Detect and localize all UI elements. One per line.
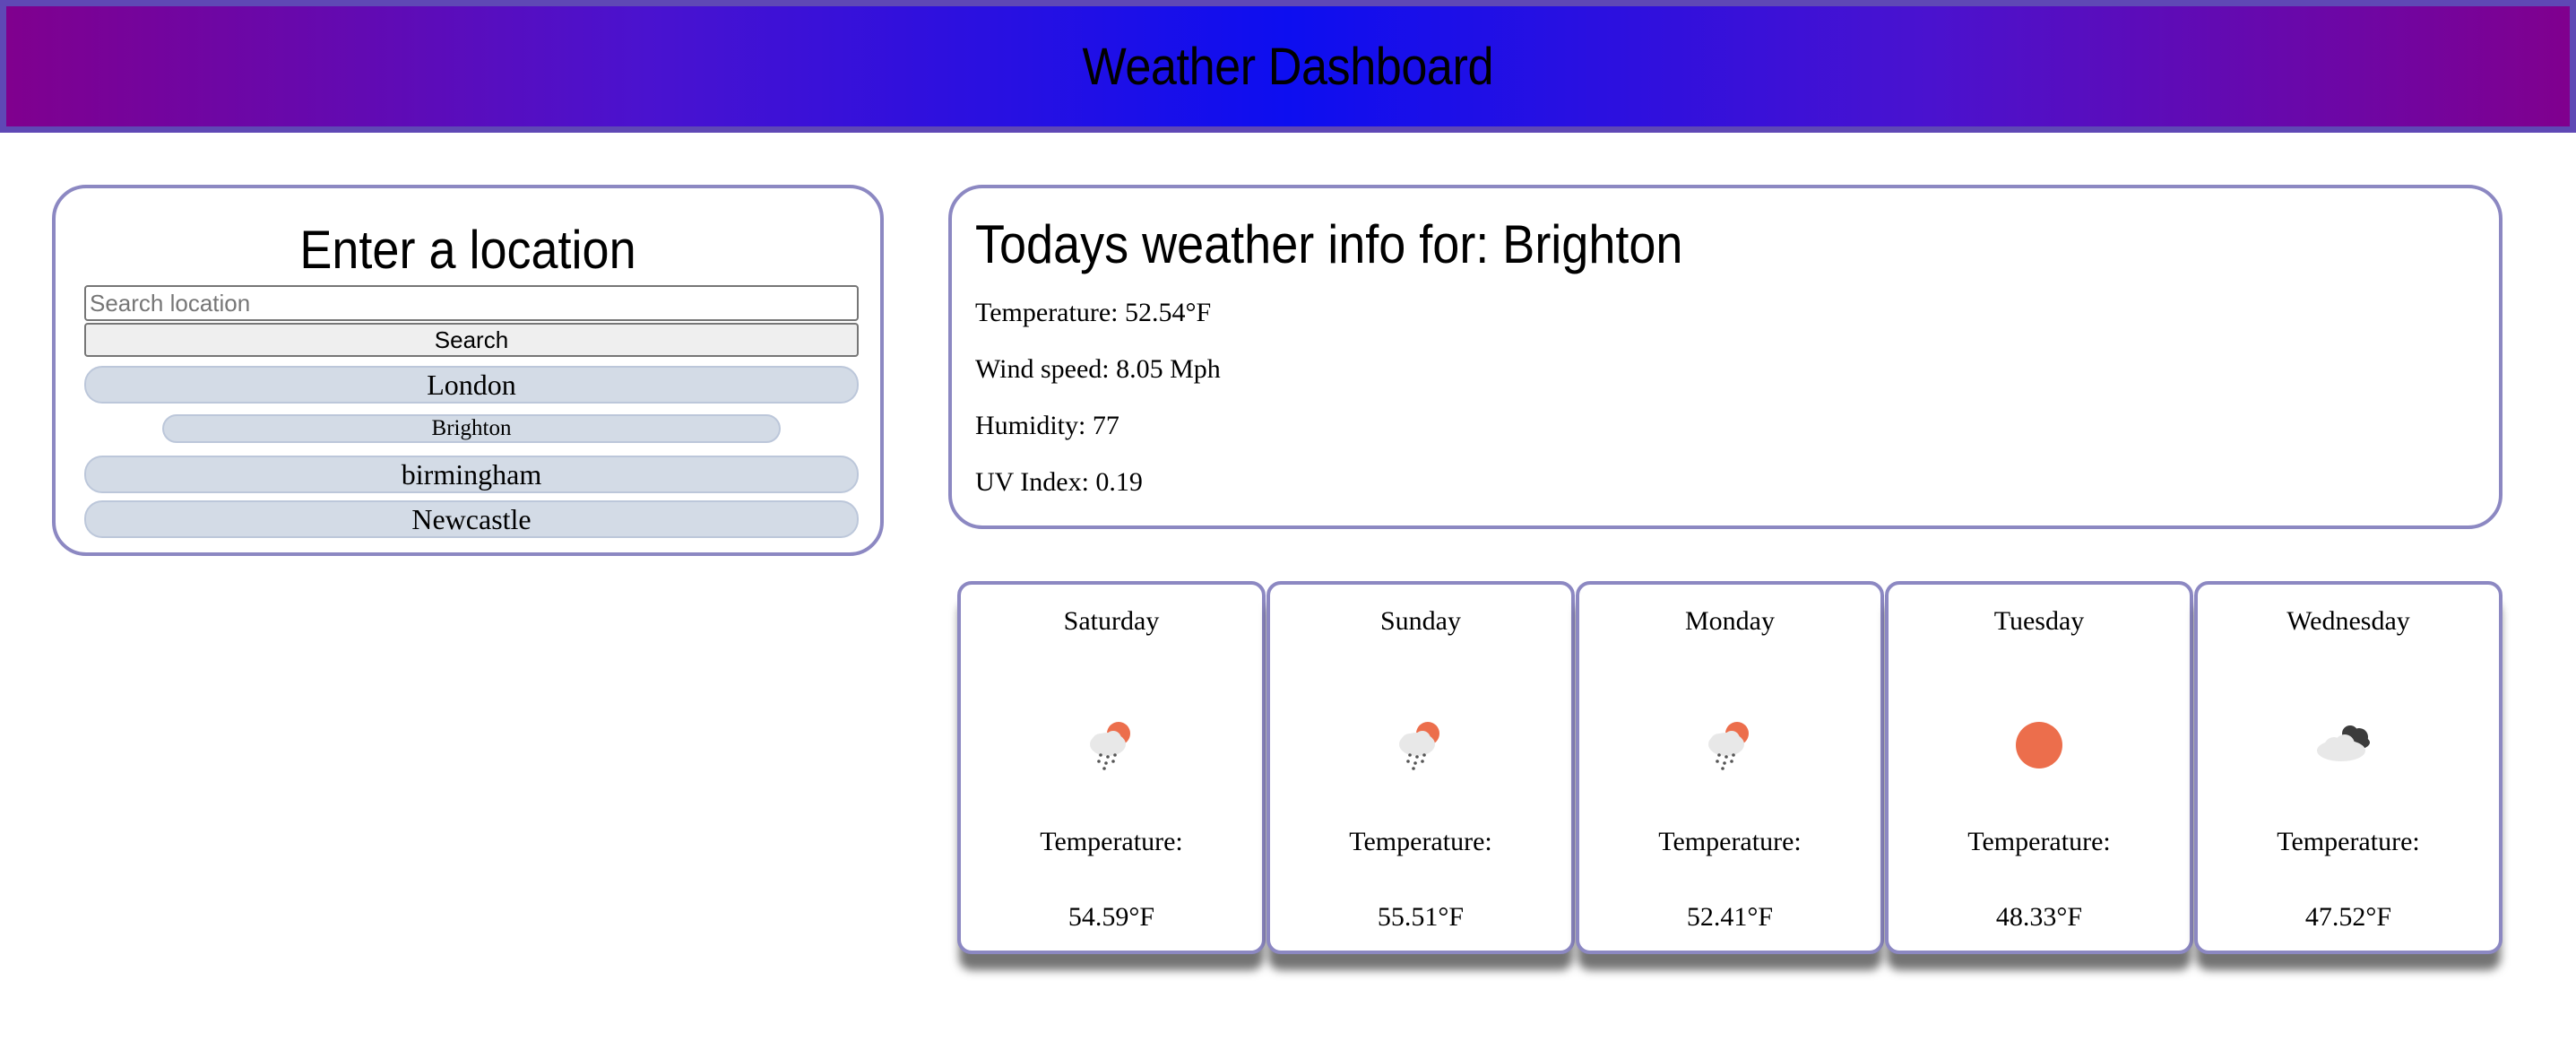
forecast-card-tuesday: Tuesday Temperature: 48.33°F xyxy=(1885,581,2193,954)
forecast-day: Wednesday xyxy=(2286,606,2410,636)
forecast-day: Saturday xyxy=(1063,606,1160,636)
broken-clouds-icon xyxy=(2317,725,2370,761)
forecast-card-sunday: Sunday Temperature: 55.51°F xyxy=(1266,581,1575,954)
app-title: Weather Dashboard xyxy=(1082,37,1494,96)
search-panel: Enter a location Search London Brighton … xyxy=(52,185,884,556)
search-title: Enter a location xyxy=(299,220,636,280)
search-button[interactable]: Search xyxy=(84,323,859,357)
forecast-day: Monday xyxy=(1685,606,1775,636)
history-button-birmingham[interactable]: birmingham xyxy=(84,456,859,493)
history-button-newcastle[interactable]: Newcastle xyxy=(84,500,859,538)
current-weather-title: Todays weather info for: Brighton xyxy=(975,214,1683,274)
forecast-temperature-label: Temperature: xyxy=(1040,827,1183,856)
forecast-card-wednesday: Wednesday Temperature: 47.52°F xyxy=(2194,581,2503,954)
app-header: Weather Dashboard xyxy=(0,0,2576,133)
sun-cloud-rain-icon xyxy=(1399,722,1439,770)
current-wind-speed: Wind speed: 8.05 Mph xyxy=(975,354,1221,384)
forecast-day: Tuesday xyxy=(1993,606,2085,636)
history-button-brighton[interactable]: Brighton xyxy=(162,414,781,443)
forecast-temperature-value: 47.52°F xyxy=(2304,902,2392,932)
sun-cloud-rain-icon xyxy=(1708,722,1749,770)
forecast-card-monday: Monday Temperature: 52.41°F xyxy=(1576,581,1884,954)
forecast-temperature-label: Temperature: xyxy=(2277,827,2420,856)
current-humidity: Humidity: 77 xyxy=(975,411,1119,440)
current-temperature: Temperature: 52.54°F xyxy=(975,298,1212,327)
current-uv-index: UV Index: 0.19 xyxy=(975,467,1143,497)
sun-cloud-rain-icon xyxy=(1090,722,1130,770)
forecast-temperature-label: Temperature: xyxy=(1349,827,1492,856)
sun-icon xyxy=(2016,722,2062,768)
forecast-temperature-label: Temperature: xyxy=(1967,827,2111,856)
forecast-temperature-value: 55.51°F xyxy=(1377,902,1465,932)
history-button-london[interactable]: London xyxy=(84,366,859,404)
forecast-temperature-value: 54.59°F xyxy=(1068,902,1155,932)
forecast-day: Sunday xyxy=(1380,606,1461,636)
forecast-temperature-label: Temperature: xyxy=(1658,827,1802,856)
forecast-temperature-value: 48.33°F xyxy=(1995,902,2083,932)
forecast-temperature-value: 52.41°F xyxy=(1686,902,1774,932)
search-input[interactable] xyxy=(84,285,859,321)
current-weather-panel: Todays weather info for: Brighton Temper… xyxy=(948,185,2503,529)
forecast-card-saturday: Saturday Temperature: 54.59°F xyxy=(957,581,1266,954)
